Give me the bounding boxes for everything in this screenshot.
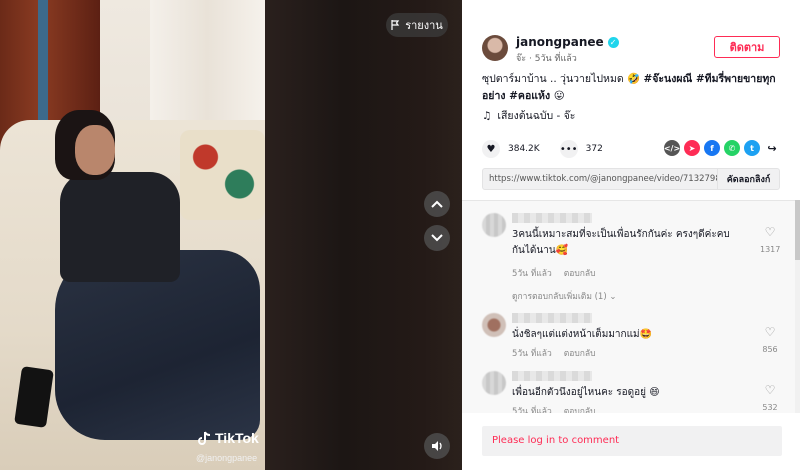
music-note-icon: ♫: [482, 109, 492, 122]
volume-button[interactable]: [424, 433, 450, 459]
twitter-icon[interactable]: t: [744, 140, 760, 156]
caption-text: ซุปตาร์มาบ้าน .. วุ่นวายไปหมด 🤣: [482, 73, 644, 85]
heart-outline-icon: ♡: [764, 325, 776, 339]
video-caption: ซุปตาร์มาบ้าน .. วุ่นวายไปหมด 🤣 #จ๊ะนงผณ…: [482, 71, 782, 105]
author-avatar[interactable]: [482, 35, 508, 61]
comment-bubble-icon: •••: [559, 143, 578, 155]
comment-like[interactable]: ♡ 1317: [760, 225, 780, 254]
comment-reply-button[interactable]: ตอบกลับ: [564, 404, 596, 413]
comments-list[interactable]: 3คนนี้เหมาะสมที่จะเป็นเพื่อนรักกันค่ะ คร…: [462, 200, 800, 413]
video-person-shirt: [60, 172, 180, 282]
tiktok-video-page: TikTok @janongpanee รายงาน janongpanee ✓…: [0, 0, 800, 470]
comment-meta: 5วัน ที่แล้ว ตอบกลับ: [512, 404, 596, 413]
like-button[interactable]: ♥: [482, 140, 500, 158]
whatsapp-icon[interactable]: ✆: [724, 140, 740, 156]
post-time: 5วัน ที่แล้ว: [534, 54, 577, 64]
comment-avatar[interactable]: [482, 371, 506, 395]
next-video-button[interactable]: [424, 225, 450, 251]
comment-time: 5วัน ที่แล้ว: [512, 349, 552, 359]
music-label[interactable]: เสียงต้นฉบับ - จ๊ะ: [497, 107, 575, 124]
tiktok-note-icon: [198, 431, 211, 445]
comment-like-count: 532: [762, 403, 778, 412]
comment-like-count: 856: [762, 345, 778, 354]
facebook-icon[interactable]: f: [704, 140, 720, 156]
verified-badge-icon: ✓: [607, 36, 619, 48]
view-more-replies-label[interactable]: ดูการตอบกลับเพิ่มเติม (1): [512, 292, 607, 302]
previous-video-button[interactable]: [424, 191, 450, 217]
comment-button[interactable]: •••: [559, 140, 578, 158]
send-to-friends-icon[interactable]: ➤: [684, 140, 700, 156]
comment-time: 5วัน ที่แล้ว: [512, 407, 552, 413]
comment-author-name[interactable]: [512, 213, 592, 223]
share-arrow-icon[interactable]: ↪: [764, 140, 780, 156]
comment-avatar[interactable]: [482, 213, 506, 237]
tiktok-watermark-handle: @janongpanee: [196, 453, 258, 463]
view-more-replies[interactable]: ดูการตอบกลับเพิ่มเติม (1) ⌄: [512, 289, 617, 303]
tiktok-watermark: TikTok: [198, 430, 259, 446]
follow-button[interactable]: ติดตาม: [714, 36, 780, 58]
author-display-name: จ๊ะ: [516, 54, 527, 64]
comment-avatar[interactable]: [482, 313, 506, 337]
comments-scrollbar[interactable]: [795, 200, 800, 413]
chevron-down-icon: [431, 234, 443, 242]
comment-like[interactable]: ♡ 856: [760, 325, 780, 354]
share-link-box: https://www.tiktok.com/@janongpanee/vide…: [482, 168, 780, 190]
comment-time: 5วัน ที่แล้ว: [512, 269, 552, 279]
comment-meta: 5วัน ที่แล้ว ตอบกลับ: [512, 346, 596, 360]
engagement-stats: ♥ 384.2K ••• 372: [482, 140, 615, 158]
share-link-text[interactable]: https://www.tiktok.com/@janongpanee/vide…: [483, 169, 717, 189]
like-count: 384.2K: [508, 144, 540, 154]
login-to-comment-prompt[interactable]: Please log in to comment: [482, 426, 782, 456]
heart-outline-icon: ♡: [764, 225, 776, 239]
comment-count: 372: [585, 144, 603, 154]
share-buttons: </> ➤ f ✆ t ↪: [664, 140, 780, 156]
comment-item: นั่งชิลๆแต่แต่งหน้าเต็มมากแม่🤩 5วัน ที่แ…: [482, 313, 782, 363]
report-button[interactable]: รายงาน: [386, 13, 448, 37]
heart-outline-icon: ♡: [764, 383, 776, 397]
scrollbar-thumb[interactable]: [795, 200, 800, 260]
embed-icon[interactable]: </>: [664, 140, 680, 156]
comment-meta: 5วัน ที่แล้ว ตอบกลับ: [512, 266, 596, 280]
comment-author-name[interactable]: [512, 371, 592, 381]
flag-icon: [391, 20, 400, 30]
chevron-down-icon: ⌄: [609, 292, 617, 302]
comment-author-name[interactable]: [512, 313, 592, 323]
comment-item: เพื่อนอีกตัวนึงอยู่ไหนคะ รอดูอยู่ 😄 5วัน…: [482, 371, 782, 413]
speaker-icon: [431, 441, 442, 451]
video-player[interactable]: TikTok @janongpanee รายงาน: [0, 0, 462, 470]
author-username-row[interactable]: janongpanee ✓: [516, 35, 619, 49]
video-pillow: [180, 130, 265, 220]
comment-text: เพื่อนอีกตัวนึงอยู่ไหนคะ รอดูอยู่ 😄: [512, 387, 660, 398]
heart-icon: ♥: [486, 143, 496, 155]
music-link[interactable]: ♫ เสียงต้นฉบับ - จ๊ะ: [482, 107, 575, 124]
tiktok-brand-text: TikTok: [215, 430, 259, 446]
comment-like[interactable]: ♡ 532: [760, 383, 780, 412]
video-person-face: [75, 125, 115, 175]
video-details-panel: janongpanee ✓ จ๊ะ · 5วัน ที่แล้ว ติดตาม …: [462, 0, 800, 470]
comment-like-count: 1317: [760, 245, 781, 254]
comment-reply-button[interactable]: ตอบกลับ: [564, 346, 596, 360]
author-username[interactable]: janongpanee: [516, 35, 604, 49]
comment-text: นั่งชิลๆแต่แต่งหน้าเต็มมากแม่🤩: [512, 329, 653, 340]
chevron-up-icon: [431, 200, 443, 208]
author-header: janongpanee ✓ จ๊ะ · 5วัน ที่แล้ว ติดตาม: [482, 33, 780, 65]
video-frame[interactable]: TikTok @janongpanee: [0, 0, 265, 470]
comment-reply-button[interactable]: ตอบกลับ: [564, 266, 596, 280]
report-label: รายงาน: [405, 19, 443, 32]
comment-text: 3คนนี้เหมาะสมที่จะเป็นเพื่อนรักกันค่ะ คร…: [512, 229, 730, 256]
copy-link-button[interactable]: คัดลอกลิงก์: [717, 169, 779, 189]
author-subline: จ๊ะ · 5วัน ที่แล้ว: [516, 51, 577, 65]
